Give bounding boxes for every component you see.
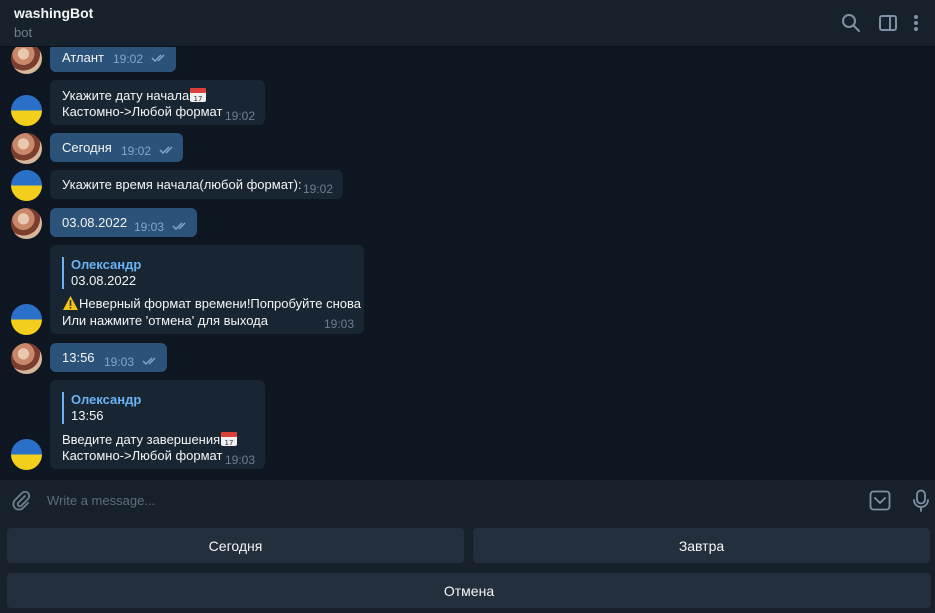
- read-ticks-icon: [151, 53, 168, 63]
- keyboard-button-cancel[interactable]: Отмена: [7, 573, 931, 608]
- message-time: 19:02: [225, 109, 256, 123]
- message-text: Или нажмите 'отмена' для выхода: [62, 313, 268, 328]
- attach-icon[interactable]: [11, 490, 31, 517]
- microphone-icon[interactable]: [912, 489, 930, 518]
- read-ticks-icon: [159, 145, 176, 155]
- message-in[interactable]: Олександр 03.08.2022 Неверный формат вре…: [50, 245, 364, 334]
- message-text: 03.08.2022: [62, 215, 128, 230]
- message-text: Кастомно->Любой формат: [62, 448, 223, 463]
- reply-author[interactable]: Олександр: [71, 391, 141, 408]
- message-time: 19:02: [121, 144, 152, 158]
- message-time: 19:03: [134, 220, 165, 234]
- reply-text: 13:56: [71, 408, 104, 423]
- chat-subtitle: bot: [14, 25, 33, 40]
- reply-keyboard: Сегодня Завтра Отмена: [0, 521, 935, 613]
- message-time: 19:02: [303, 182, 334, 196]
- sidebar-toggle-icon[interactable]: [877, 12, 899, 34]
- reply-text: 03.08.2022: [71, 273, 137, 288]
- message-out[interactable]: 03.08.2022 19:03: [50, 208, 197, 237]
- message-text: 13:56: [62, 350, 95, 365]
- message-in[interactable]: Укажите дату начала 17 Кастомно->Любой фо…: [50, 80, 265, 125]
- chat-header: washingBot bot: [0, 0, 935, 47]
- read-ticks-icon: [142, 356, 159, 366]
- more-menu-icon[interactable]: [910, 12, 922, 34]
- message-text: Сегодня: [62, 140, 112, 155]
- bot-avatar[interactable]: [11, 304, 42, 335]
- message-time: 19:03: [225, 453, 256, 467]
- message-input[interactable]: [47, 493, 847, 508]
- message-out[interactable]: Атлант 19:02: [50, 47, 176, 72]
- message-text: Укажите время начала(любой формат):: [62, 177, 302, 192]
- svg-text:17: 17: [225, 439, 234, 447]
- search-icon[interactable]: [840, 12, 862, 34]
- message-in[interactable]: Олександр 13:56 Введите дату завершения 1…: [50, 380, 265, 469]
- user-avatar[interactable]: [11, 47, 42, 74]
- message-time: 19:03: [104, 355, 135, 369]
- chat-title[interactable]: washingBot: [14, 5, 93, 21]
- message-text: Кастомно->Любой формат: [62, 104, 223, 119]
- reply-bar: [62, 257, 64, 289]
- message-text: Введите дату завершения: [62, 432, 221, 447]
- message-list[interactable]: Атлант 19:02 Укажите дату начала 17 Касто…: [0, 47, 935, 480]
- compose-bar: [0, 480, 935, 521]
- user-avatar[interactable]: [11, 133, 42, 164]
- bot-avatar[interactable]: [11, 95, 42, 126]
- message-in[interactable]: Укажите время начала(любой формат): 19:0…: [50, 170, 343, 199]
- bot-avatar[interactable]: [11, 439, 42, 470]
- bot-keyboard-icon[interactable]: [869, 490, 891, 516]
- message-out[interactable]: Сегодня 19:02: [50, 133, 183, 162]
- message-out[interactable]: 13:56 19:03: [50, 343, 167, 372]
- reply-author[interactable]: Олександр: [71, 256, 141, 273]
- message-time: 19:02: [113, 52, 144, 66]
- keyboard-button-today[interactable]: Сегодня: [7, 528, 464, 563]
- message-text: Укажите дату начала: [62, 88, 190, 103]
- message-time: 19:03: [324, 317, 355, 331]
- message-text: Неверный формат времени!Попробуйте снова: [79, 296, 361, 311]
- message-text: Атлант: [62, 50, 105, 65]
- reply-bar: [62, 392, 64, 424]
- calendar-icon: 17: [220, 430, 238, 451]
- bot-avatar[interactable]: [11, 170, 42, 201]
- user-avatar[interactable]: [11, 343, 42, 374]
- user-avatar[interactable]: [11, 208, 42, 239]
- keyboard-button-tomorrow[interactable]: Завтра: [473, 528, 930, 563]
- svg-text:17: 17: [194, 95, 203, 103]
- read-ticks-icon: [172, 221, 189, 231]
